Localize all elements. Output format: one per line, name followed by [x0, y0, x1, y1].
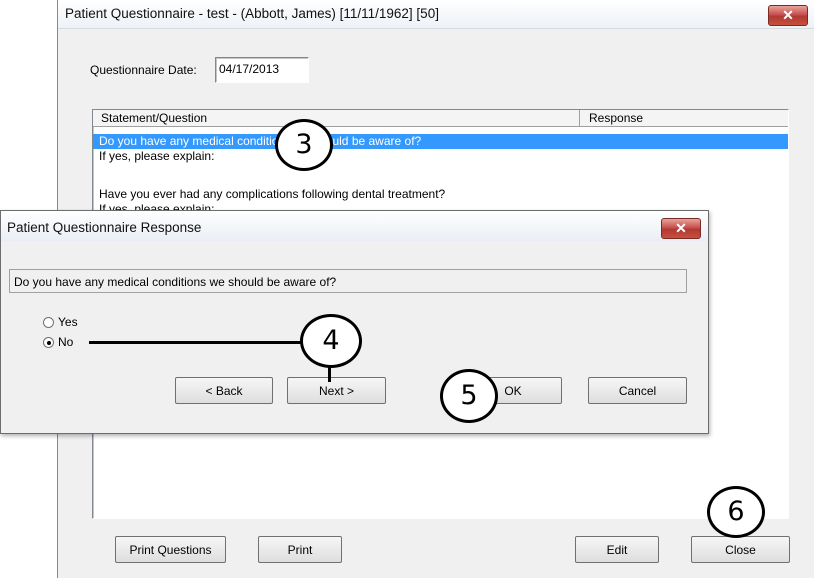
- edit-button[interactable]: Edit: [575, 536, 659, 563]
- main-window-title: Patient Questionnaire - test - (Abbott, …: [65, 6, 439, 21]
- callout-5: 5: [440, 369, 498, 423]
- questionnaire-date-field[interactable]: 04/17/2013: [215, 57, 309, 83]
- close-button[interactable]: Close: [691, 536, 790, 563]
- main-close-icon[interactable]: ✕: [768, 5, 808, 26]
- next-button[interactable]: Next >: [287, 377, 386, 404]
- callout-4: 4: [300, 314, 362, 368]
- radio-no-circle[interactable]: [43, 337, 54, 348]
- column-divider[interactable]: [579, 110, 580, 126]
- column-header-statement[interactable]: Statement/Question: [101, 111, 207, 125]
- list-item-selected[interactable]: Do you have any medical conditions we sh…: [93, 134, 788, 149]
- print-questions-button[interactable]: Print Questions: [115, 536, 226, 563]
- list-header: Statement/Question Response: [93, 110, 788, 127]
- callout-4-pointer-line: [328, 366, 331, 382]
- radio-selected-dot: [46, 340, 51, 345]
- dialog-question-box: Do you have any medical conditions we sh…: [9, 269, 687, 293]
- questionnaire-date-label: Questionnaire Date:: [90, 63, 197, 77]
- list-item[interactable]: Have you ever had any complications foll…: [93, 187, 788, 202]
- dialog-title: Patient Questionnaire Response: [7, 220, 202, 235]
- radio-no-label[interactable]: No: [58, 335, 73, 349]
- print-button[interactable]: Print: [258, 536, 342, 563]
- questionnaire-response-dialog: Patient Questionnaire Response ✕ Do you …: [0, 210, 709, 434]
- list-item[interactable]: If yes, please explain:: [93, 149, 788, 164]
- callout-3: 3: [275, 119, 333, 171]
- dialog-title-bar[interactable]: Patient Questionnaire Response ✕: [1, 211, 708, 241]
- cancel-button[interactable]: Cancel: [588, 377, 687, 404]
- column-header-response[interactable]: Response: [589, 111, 643, 125]
- radio-yes-circle[interactable]: [43, 317, 54, 328]
- dialog-question-text: Do you have any medical conditions we sh…: [14, 275, 337, 289]
- callout-4-leader-line: [89, 341, 301, 344]
- callout-6: 6: [707, 486, 765, 538]
- list-item[interactable]: [93, 164, 788, 179]
- back-button[interactable]: < Back: [175, 377, 273, 404]
- radio-yes-label[interactable]: Yes: [58, 315, 78, 329]
- dialog-close-icon[interactable]: ✕: [661, 218, 701, 239]
- main-title-bar[interactable]: Patient Questionnaire - test - (Abbott, …: [58, 0, 814, 29]
